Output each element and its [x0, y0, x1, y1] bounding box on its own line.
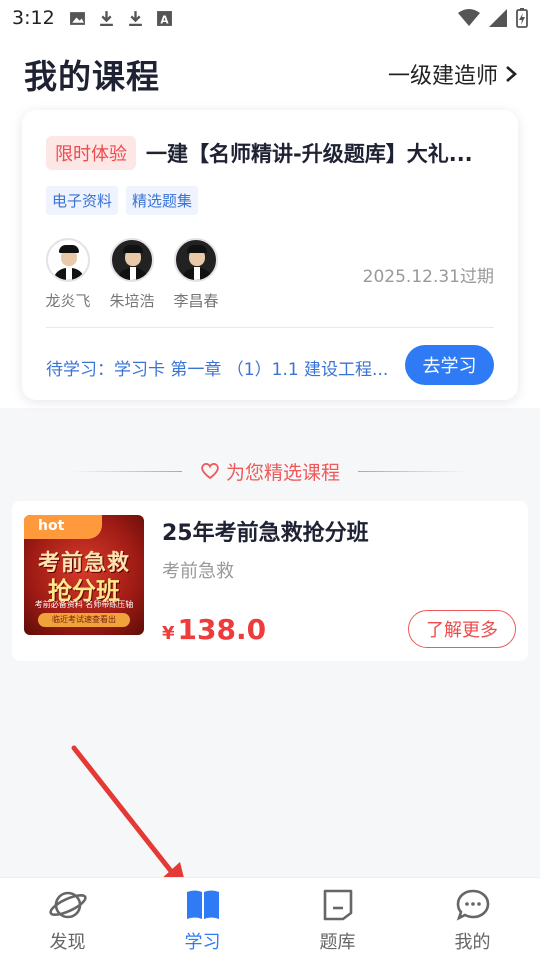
battery-charging-icon: [516, 8, 528, 28]
tab-label: 我的: [454, 932, 491, 953]
tab-study[interactable]: 学习: [135, 878, 270, 960]
course-tags: 电子资料 精选题集: [46, 186, 199, 215]
question-bank-icon: [323, 889, 352, 921]
tab-label: 发现: [49, 932, 86, 953]
teacher-name: 李昌春: [173, 292, 219, 310]
exam-selector[interactable]: 一级建造师: [388, 58, 518, 90]
product-thumbnail[interactable]: hot 考前急救 抢分班 考前必备资料 名师带练压轴 临近考试速查看出: [24, 515, 144, 635]
trial-badge: 限时体验: [46, 136, 136, 170]
divider: [71, 470, 182, 472]
thumb-banner: 临近考试速查看出: [38, 613, 130, 627]
page-title: 我的课程: [24, 57, 160, 96]
expire-date: 2025.12.31过期: [362, 267, 494, 287]
annotation-arrow: [71, 745, 188, 894]
tag-item: 精选题集: [126, 186, 199, 215]
thumb-subtitle: 考前必备资料 名师带练压轴: [34, 600, 134, 609]
currency-symbol: ¥: [162, 623, 175, 644]
status-time: 3:12: [12, 7, 55, 29]
product-subtitle: 考前急救: [162, 561, 234, 582]
teacher-list: 龙炎飞 朱培浩 李昌春: [44, 238, 220, 311]
book-icon: [186, 890, 219, 919]
download-icon: [128, 10, 142, 26]
tab-question-bank[interactable]: 题库: [270, 878, 405, 960]
teacher-name: 龙炎飞: [45, 292, 91, 310]
price-value: 138.0: [177, 613, 267, 646]
avatar: [174, 238, 218, 282]
recommend-heading: 为您精选课程: [0, 456, 540, 486]
pending-lesson[interactable]: 待学习：学习卡 第一章 （1）1.1 建设工程...: [46, 355, 396, 380]
hot-badge: hot: [24, 515, 102, 539]
tab-label: 题库: [319, 932, 356, 953]
tab-mine[interactable]: 我的: [405, 878, 540, 960]
learn-more-button[interactable]: 了解更多: [408, 610, 516, 648]
course-card[interactable]: 限时体验 一建【名师精讲-升级题库】大礼... 电子资料 精选题集 龙炎飞 朱培…: [22, 110, 518, 400]
product-price: ¥ 138.0: [162, 613, 266, 646]
download-icon: [99, 10, 113, 26]
teacher-item: 龙炎飞: [44, 238, 92, 311]
divider: [358, 470, 468, 472]
teacher-item: 李昌春: [172, 238, 220, 311]
teacher-item: 朱培浩: [108, 238, 156, 311]
product-card[interactable]: hot 考前急救 抢分班 考前必备资料 名师带练压轴 临近考试速查看出 25年考…: [12, 501, 528, 661]
header: 我的课程 一级建造师: [0, 36, 540, 104]
bottom-nav: 发现 学习 题库 我的: [0, 877, 540, 960]
signal-icon: [489, 9, 507, 27]
font-icon: A: [156, 10, 172, 26]
status-bar: 3:12 A: [0, 0, 540, 36]
avatar: [46, 238, 90, 282]
exam-selector-label: 一级建造师: [387, 64, 498, 89]
recommend-title: 为您精选课程: [225, 461, 340, 484]
chat-bubble-icon: [456, 889, 489, 921]
teacher-name: 朱培浩: [109, 292, 155, 310]
planet-icon: [48, 891, 87, 919]
heart-icon: [201, 463, 219, 480]
avatar: [110, 238, 154, 282]
wifi-icon: [458, 9, 480, 26]
course-title: 一建【名师精讲-升级题库】大礼...: [146, 142, 473, 166]
svg-text:A: A: [160, 13, 169, 26]
study-button[interactable]: 去学习: [405, 345, 494, 385]
chevron-right-icon: [506, 66, 517, 82]
tab-discover[interactable]: 发现: [0, 878, 135, 960]
image-icon: [69, 11, 85, 25]
divider: [46, 327, 494, 328]
tag-item: 电子资料: [46, 186, 119, 215]
tab-label: 学习: [184, 932, 221, 953]
product-title: 25年考前急救抢分班: [162, 521, 369, 546]
